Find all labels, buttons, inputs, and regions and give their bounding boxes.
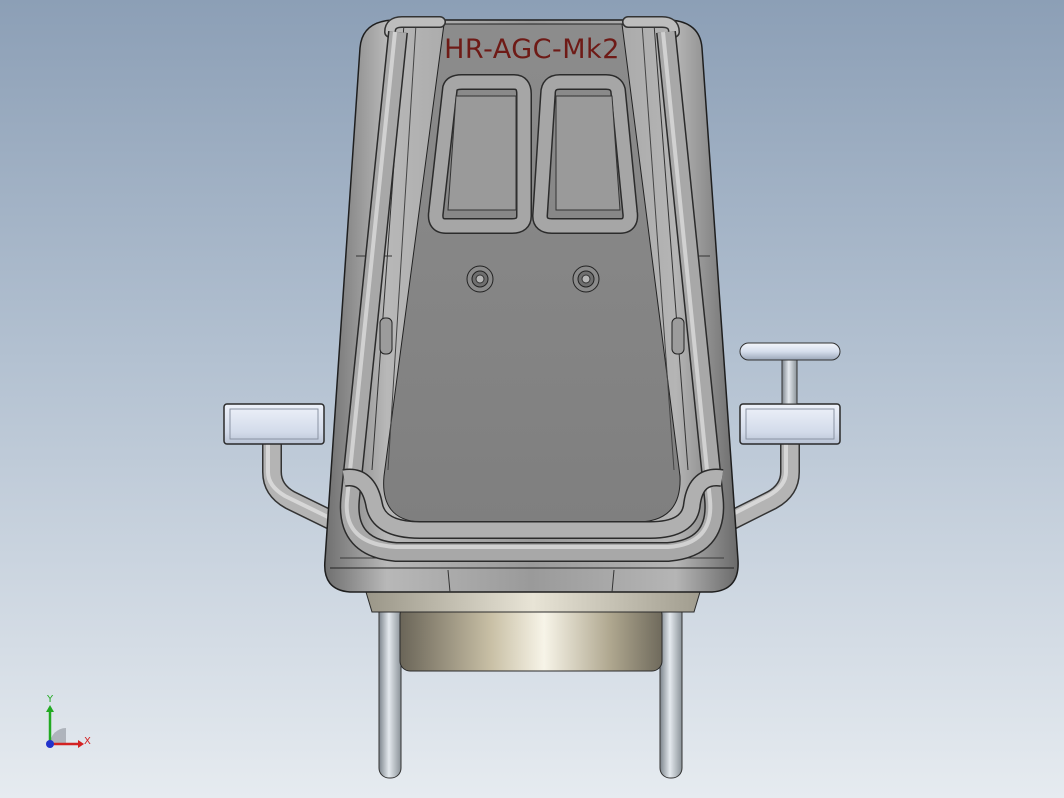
coordinate-triad: X Y <box>36 694 106 760</box>
seat-base-bowl <box>365 591 701 672</box>
t-handle-joystick <box>739 342 841 405</box>
seat-model[interactable] <box>0 0 1064 798</box>
y-axis-label: Y <box>47 694 54 705</box>
x-axis-label: X <box>84 736 91 747</box>
graphics-viewport[interactable]: HR-AGC-Mk2 X Y <box>0 0 1064 798</box>
mounting-hole-right <box>572 265 600 293</box>
right-armrest-pad <box>739 403 841 445</box>
z-axis-dot <box>46 740 54 748</box>
seat-model-label: HR-AGC-Mk2 <box>444 34 620 65</box>
mounting-hole-left <box>466 265 494 293</box>
left-armrest-support <box>262 430 345 532</box>
left-armrest-pad <box>223 403 325 445</box>
